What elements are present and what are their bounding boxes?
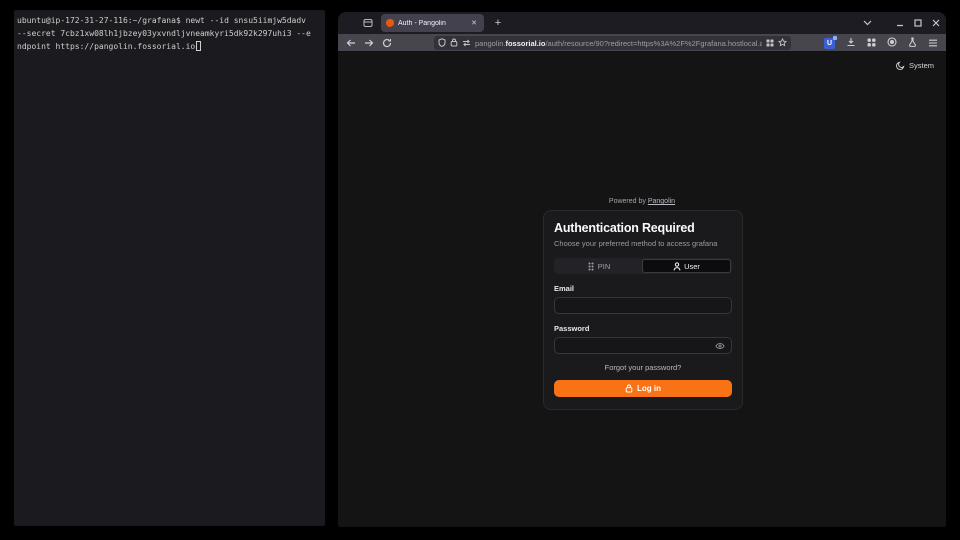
user-icon — [673, 262, 681, 271]
terminal-window[interactable]: ubuntu@ip-172-31-27-116:~/grafana$ newt … — [14, 10, 325, 526]
card-title: Authentication Required — [554, 221, 732, 235]
powered-by: Powered by Pangolin — [338, 198, 946, 205]
minimize-icon[interactable] — [896, 19, 904, 27]
terminal-cursor — [196, 41, 201, 51]
toolbar-extensions: U — [824, 34, 938, 52]
url-path: /auth/resource/90?redirect=https%3A%2F%2… — [545, 39, 762, 48]
url-text[interactable]: pangolin.fossorial.io/auth/resource/90?r… — [475, 39, 762, 48]
close-window-icon[interactable] — [932, 19, 940, 27]
forgot-password-link[interactable]: Forgot your password? — [554, 363, 732, 372]
reload-icon[interactable] — [380, 36, 394, 50]
url-subdomain: pangolin. — [475, 39, 505, 48]
pangolin-favicon-icon — [386, 19, 394, 27]
page-content: System Powered by Pangolin Authenticatio… — [338, 52, 946, 526]
pangolin-link[interactable]: Pangolin — [648, 198, 675, 205]
desktop: ubuntu@ip-172-31-27-116:~/grafana$ newt … — [0, 0, 960, 540]
tab-user-label: User — [684, 262, 700, 271]
extensions-grid-icon[interactable] — [867, 34, 876, 52]
tab-title: Auth - Pangolin — [398, 20, 465, 27]
password-label: Password — [554, 324, 732, 333]
card-subtitle: Choose your preferred method to access g… — [554, 239, 732, 248]
menu-hamburger-icon[interactable] — [928, 34, 938, 52]
lock-icon[interactable] — [450, 34, 458, 52]
tab-pin-label: PIN — [598, 262, 611, 271]
ublock-extension-icon[interactable]: U — [824, 38, 835, 49]
extension-flask-icon[interactable] — [908, 34, 917, 52]
shield-icon[interactable] — [438, 34, 446, 52]
browser-window: Auth - Pangolin ✕ + — [338, 12, 946, 527]
new-tab-button[interactable]: + — [490, 15, 506, 31]
firefox-view-icon[interactable] — [361, 16, 375, 30]
terminal-line-text: ndpoint https://pangolin.fossorial.io — [17, 42, 195, 51]
email-label: Email — [554, 284, 732, 293]
window-controls — [863, 12, 940, 34]
powered-by-text: Powered by — [609, 198, 646, 205]
url-domain: fossorial.io — [505, 39, 545, 48]
terminal-line: ubuntu@ip-172-31-27-116:~/grafana$ newt … — [17, 14, 323, 27]
list-all-tabs-icon[interactable] — [863, 20, 872, 26]
lock-icon — [625, 384, 633, 393]
back-icon[interactable] — [344, 36, 358, 50]
tab-strip: Auth - Pangolin ✕ + — [338, 12, 946, 34]
nav-toolbar: pangolin.fossorial.io/auth/resource/90?r… — [338, 34, 946, 52]
terminal-line: ndpoint https://pangolin.fossorial.io — [17, 40, 323, 53]
auth-method-tabs: PIN User — [554, 258, 732, 274]
downloads-icon[interactable] — [846, 34, 856, 52]
login-label: Log in — [637, 384, 661, 393]
show-password-eye-icon[interactable] — [715, 342, 725, 350]
bookmark-star-icon[interactable] — [778, 34, 787, 52]
ublock-badge — [833, 36, 837, 40]
tab-close-icon[interactable]: ✕ — [469, 18, 479, 28]
dialpad-icon — [587, 262, 595, 271]
tab-user[interactable]: User — [642, 259, 731, 273]
terminal-line: --secret 7cbz1xw08lh1jbzey03yxvndljvneam… — [17, 27, 323, 40]
tab-auth-pangolin[interactable]: Auth - Pangolin ✕ — [381, 14, 484, 32]
tab-pin[interactable]: PIN — [555, 259, 642, 273]
site-permissions-icon[interactable] — [462, 34, 471, 52]
login-button[interactable]: Log in — [554, 380, 732, 397]
url-bar[interactable]: pangolin.fossorial.io/auth/resource/90?r… — [434, 36, 791, 50]
auth-card: Authentication Required Choose your pref… — [543, 210, 743, 410]
email-field[interactable] — [554, 297, 732, 314]
theme-label: System — [909, 61, 934, 70]
moon-icon — [896, 61, 905, 70]
theme-toggle[interactable]: System — [896, 61, 934, 70]
forward-icon[interactable] — [362, 36, 376, 50]
password-field[interactable] — [554, 337, 732, 354]
maximize-icon[interactable] — [914, 19, 922, 27]
adblock-circle-icon[interactable] — [887, 34, 897, 52]
container-grid-icon[interactable] — [766, 34, 774, 52]
